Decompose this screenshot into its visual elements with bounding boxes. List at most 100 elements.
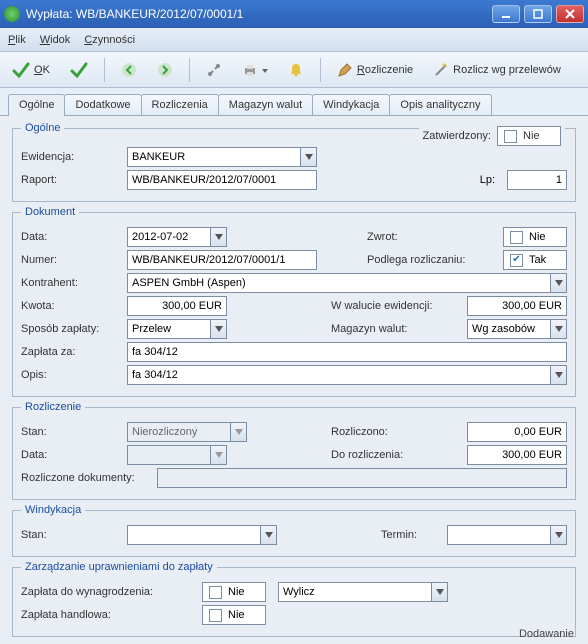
maximize-button[interactable] (524, 5, 552, 23)
checkbox-icon (209, 609, 222, 622)
menu-czynnosci[interactable]: Czynności (84, 34, 135, 46)
menu-widok[interactable]: Widok (40, 34, 71, 46)
magazyn-select[interactable]: Wg zasobów (467, 319, 567, 339)
apply-button[interactable] (64, 57, 94, 83)
zatwierdzony-checkbox[interactable]: Nie (497, 126, 561, 146)
wand-icon (433, 62, 449, 78)
rozliczone-doc-label: Rozliczone dokumenty: (21, 472, 151, 484)
zaplata-wyn-label: Zapłata do wynagrodzenia: (21, 586, 196, 598)
opis-label: Opis: (21, 369, 121, 381)
separator (104, 58, 105, 82)
w-walucie-value: 300,00 EUR (467, 296, 567, 316)
chevron-down-icon (550, 274, 566, 292)
toolbar: OK Rozliczenie Rozlicz wg przelewów (0, 52, 588, 88)
zaplata-handlowa-label: Zapłata handlowa: (21, 609, 196, 621)
lp-input[interactable]: 1 (507, 170, 567, 190)
fieldset-ogolne: Ogólne Zatwierdzony: Nie Ewidencja: BANK… (12, 122, 576, 202)
chevron-down-icon (431, 583, 447, 601)
zaplata-handlowa-checkbox[interactable]: Nie (202, 605, 266, 625)
titlebar: Wypłata: WB/BANKEUR/2012/07/0001/1 (0, 0, 588, 28)
fieldset-dokument: Dokument Data: 2012-07-02 Zwrot: Nie Num… (12, 206, 576, 397)
tab-magazyn-walut[interactable]: Magazyn walut (218, 94, 313, 115)
kontrahent-select[interactable]: ASPEN GmbH (Aspen) (127, 273, 567, 293)
w-walucie-label: W walucie ewidencji: (331, 300, 461, 312)
chevron-down-icon (300, 148, 316, 166)
arrow-left-icon (121, 62, 137, 78)
roz-data-label: Data: (21, 449, 121, 461)
zaplata-wyn-checkbox[interactable]: Nie (202, 582, 266, 602)
chevron-down-icon (210, 320, 226, 338)
tab-opis-analityczny[interactable]: Opis analityczny (389, 94, 491, 115)
kontrahent-label: Kontrahent: (21, 277, 121, 289)
zwrot-label: Zwrot: (367, 231, 497, 243)
legend-ogolne: Ogólne (21, 122, 64, 134)
podlega-label: Podlega rozliczaniu: (367, 254, 497, 266)
arrow-right-icon (157, 62, 173, 78)
checkbox-icon (504, 130, 517, 143)
window-title: Wypłata: WB/BANKEUR/2012/07/0001/1 (26, 7, 488, 21)
roz-data-picker (127, 445, 227, 465)
prev-button[interactable] (115, 58, 143, 82)
checkbox-icon (510, 231, 523, 244)
termin-picker[interactable] (447, 525, 567, 545)
do-rozliczenia-label: Do rozliczenia: (331, 449, 461, 461)
raport-input[interactable]: WB/BANKEUR/2012/07/0001 (127, 170, 317, 190)
rozliczono-label: Rozliczono: (331, 426, 461, 438)
fieldset-windykacja: Windykacja Stan: Termin: (12, 504, 576, 557)
dropdown-icon (262, 64, 268, 76)
lp-label: Lp: (480, 174, 495, 186)
status-text: Dodawanie (519, 628, 574, 640)
app-icon (4, 6, 20, 22)
rozlicz-wg-button[interactable]: Rozlicz wg przelewów (427, 58, 567, 82)
wylicz-select[interactable]: Wylicz (278, 582, 448, 602)
pen-icon (337, 62, 353, 78)
rozliczone-doc-input (157, 468, 567, 488)
fieldset-zarzadzanie: Zarządzanie uprawnieniami do zapłaty Zap… (12, 561, 576, 637)
legend-rozliczenie: Rozliczenie (21, 401, 85, 413)
ok-button[interactable]: OK (6, 57, 56, 83)
print-button[interactable] (236, 58, 274, 82)
podlega-checkbox[interactable]: Tak (503, 250, 567, 270)
zatwierdzony-group: Zatwierdzony: Nie (419, 126, 565, 146)
minimize-button[interactable] (492, 5, 520, 23)
fieldset-rozliczenie: Rozliczenie Stan: Nierozliczony Rozliczo… (12, 401, 576, 500)
legend-zarzadzanie: Zarządzanie uprawnieniami do zapłaty (21, 561, 217, 573)
wind-stan-select[interactable] (127, 525, 277, 545)
zaplata-za-label: Zapłata za: (21, 346, 121, 358)
menu-plik[interactable]: Plik (8, 34, 26, 46)
print-icon (242, 62, 258, 78)
opis-select[interactable]: fa 304/12 (127, 365, 567, 385)
tab-ogolne[interactable]: Ogólne (8, 94, 65, 115)
wind-stan-label: Stan: (21, 529, 121, 541)
numer-label: Numer: (21, 254, 121, 266)
data-picker[interactable]: 2012-07-02 (127, 227, 227, 247)
sposob-label: Sposób zapłaty: (21, 323, 121, 335)
next-button[interactable] (151, 58, 179, 82)
raport-label: Raport: (21, 174, 121, 186)
zaplata-za-input[interactable]: fa 304/12 (127, 342, 567, 362)
tab-windykacja[interactable]: Windykacja (312, 94, 390, 115)
magazyn-label: Magazyn walut: (331, 323, 461, 335)
tab-rozliczenia[interactable]: Rozliczenia (141, 94, 219, 115)
kwota-label: Kwota: (21, 300, 121, 312)
ewidencja-label: Ewidencja: (21, 151, 121, 163)
tools-button[interactable] (200, 58, 228, 82)
menubar: Plik Widok Czynności (0, 28, 588, 52)
zwrot-checkbox[interactable]: Nie (503, 227, 567, 247)
termin-label: Termin: (381, 529, 441, 541)
sposob-select[interactable]: Przelew (127, 319, 227, 339)
tab-dodatkowe[interactable]: Dodatkowe (64, 94, 141, 115)
checkbox-icon (510, 254, 523, 267)
rozliczenie-button[interactable]: Rozliczenie (331, 58, 419, 82)
rozliczono-value: 0,00 EUR (467, 422, 567, 442)
close-button[interactable] (556, 5, 584, 23)
notify-button[interactable] (282, 58, 310, 82)
stan-select: Nierozliczony (127, 422, 247, 442)
chevron-down-icon (550, 320, 566, 338)
ewidencja-select[interactable]: BANKEUR (127, 147, 317, 167)
kwota-input[interactable]: 300,00 EUR (127, 296, 227, 316)
separator (189, 58, 190, 82)
legend-dokument: Dokument (21, 206, 79, 218)
chevron-down-icon (210, 446, 226, 464)
numer-input[interactable]: WB/BANKEUR/2012/07/0001/1 (127, 250, 317, 270)
